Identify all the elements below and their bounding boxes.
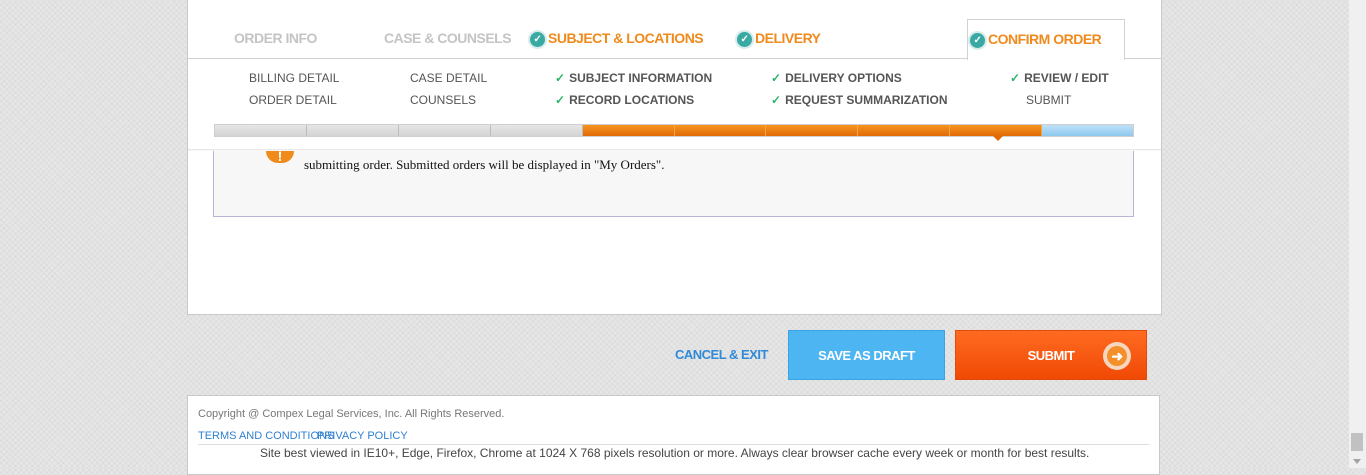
submit-label: SUBMIT	[1027, 347, 1075, 363]
substep-subject-information[interactable]: ✓ SUBJECT INFORMATION	[555, 71, 712, 85]
privacy-link[interactable]: PRIVACY POLICY	[317, 430, 408, 442]
progress-segment	[950, 125, 1043, 136]
tab-subject-locations[interactable]: ✓ SUBJECT & LOCATIONS	[530, 30, 704, 47]
substep-record-locations[interactable]: ✓ RECORD LOCATIONS	[555, 93, 694, 107]
progress-pointer-icon	[993, 136, 1003, 141]
scroll-down-arrow-icon[interactable]	[1353, 459, 1361, 464]
progress-segment	[215, 125, 307, 136]
substep-review-edit[interactable]: ✓ REVIEW / EDIT	[1010, 71, 1109, 85]
checkmark-icon: ✓	[771, 71, 782, 85]
progress-segment	[398, 125, 491, 136]
tab-delivery[interactable]: ✓ DELIVERY	[737, 30, 821, 47]
check-circle-icon: ✓	[737, 32, 752, 47]
progress-segment	[306, 125, 399, 136]
alert-bubble-icon: !	[266, 151, 294, 164]
terms-link[interactable]: TERMS AND CONDITIONS	[198, 430, 334, 442]
browser-note: Site best viewed in IE10+, Edge, Firefox…	[260, 446, 1090, 460]
substep-billing-detail[interactable]: BILLING DETAIL	[249, 71, 339, 85]
check-circle-icon: ✓	[530, 32, 545, 47]
scrollbar-thumb[interactable]	[1351, 433, 1363, 451]
save-as-draft-button[interactable]: SAVE AS DRAFT	[788, 330, 945, 380]
checkmark-icon: ✓	[1010, 71, 1021, 85]
progress-segment	[766, 125, 859, 136]
arrow-right-icon: ➜	[1103, 342, 1131, 370]
footer-divider	[198, 444, 1149, 445]
substep-case-detail[interactable]: CASE DETAIL	[410, 71, 487, 85]
tab-case-counsels[interactable]: CASE & COUNSELS	[384, 30, 512, 46]
tab-order-info[interactable]: ORDER INFO	[234, 30, 317, 46]
substep-submit[interactable]: SUBMIT	[1026, 93, 1071, 107]
progress-segment	[1042, 125, 1134, 136]
substep-delivery-options[interactable]: ✓ DELIVERY OPTIONS	[771, 71, 902, 85]
tab-confirm-order[interactable]: ✓ CONFIRM ORDER	[967, 19, 1125, 60]
substep-request-summarization[interactable]: ✓ REQUEST SUMMARIZATION	[771, 93, 948, 107]
substep-counsels[interactable]: COUNSELS	[410, 93, 476, 107]
notice-text: submitting order. Submitted orders will …	[304, 157, 665, 172]
check-circle-icon: ✓	[970, 33, 985, 48]
progress-segment	[490, 125, 583, 136]
progress-segment	[582, 125, 675, 136]
substep-order-detail[interactable]: ORDER DETAIL	[249, 93, 337, 107]
notice-box: ! submitting order. Submitted orders wil…	[213, 151, 1134, 217]
checkmark-icon: ✓	[555, 71, 566, 85]
order-wizard-panel: ORDER INFO CASE & COUNSELS ✓ SUBJECT & LO…	[187, 0, 1162, 315]
progress-segment	[858, 125, 951, 136]
checkmark-icon: ✓	[771, 93, 782, 107]
page-footer: Copyright @ Compex Legal Services, Inc. …	[187, 395, 1160, 475]
cancel-exit-link[interactable]: CANCEL & EXIT	[675, 347, 768, 362]
save-as-draft-label: SAVE AS DRAFT	[818, 347, 915, 363]
progress-segment	[674, 125, 767, 136]
checkmark-icon: ✓	[555, 93, 566, 107]
copyright-text: Copyright @ Compex Legal Services, Inc. …	[198, 408, 505, 420]
page-scrollbar[interactable]	[1349, 0, 1366, 468]
submit-button[interactable]: SUBMIT ➜	[955, 330, 1147, 380]
